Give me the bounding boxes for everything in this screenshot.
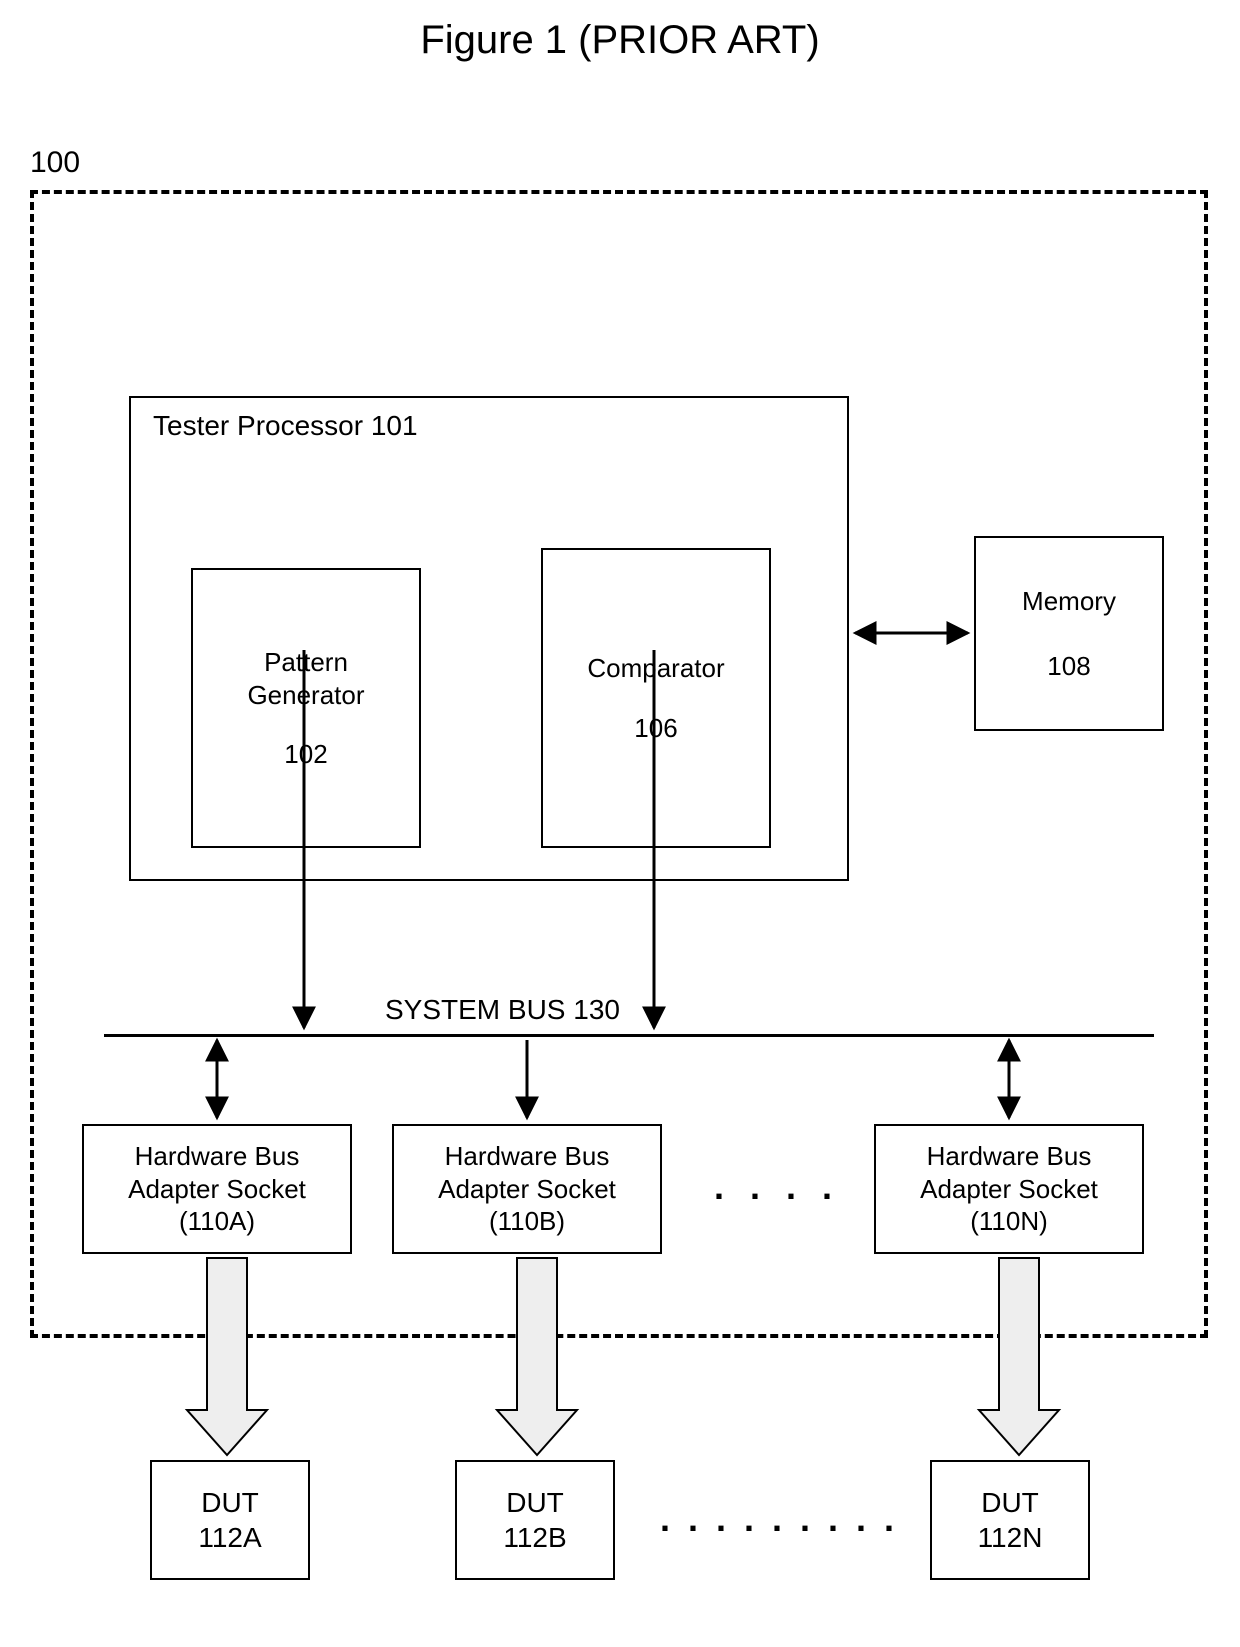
dut-112n: DUT 112N <box>930 1460 1090 1580</box>
system-bus-label: SYSTEM BUS 130 <box>379 994 626 1026</box>
figure-title: Figure 1 (PRIOR ART) <box>0 18 1240 63</box>
pattern-generator-name: Pattern Generator <box>247 646 364 711</box>
comparator-106: Comparator 106 <box>541 548 771 848</box>
pattern-generator-102: Pattern Generator 102 <box>191 568 421 848</box>
adapter-110b: Hardware Bus Adapter Socket (110B) <box>392 1124 662 1254</box>
dut-112b: DUT 112B <box>455 1460 615 1580</box>
tester-processor-label: Tester Processor 101 <box>153 410 418 442</box>
memory-num: 108 <box>1047 651 1090 682</box>
adapter-a-l1: Hardware Bus <box>135 1140 300 1173</box>
dut-b-l1: DUT <box>506 1485 564 1520</box>
adapter-110n: Hardware Bus Adapter Socket (110N) <box>874 1124 1144 1254</box>
dut-ellipsis: . . . . . . . . . <box>660 1498 898 1540</box>
dut-b-l2: 112B <box>503 1520 566 1555</box>
dut-n-l2: 112N <box>978 1520 1043 1555</box>
adapter-b-l2: Adapter Socket <box>438 1173 616 1206</box>
dut-n-l1: DUT <box>981 1485 1039 1520</box>
adapter-b-l3: (110B) <box>489 1205 565 1238</box>
ref-100-label: 100 <box>30 146 80 180</box>
adapter-ellipsis: . . . . <box>714 1166 840 1208</box>
diagram-canvas: Figure 1 (PRIOR ART) 100 Tester Processo… <box>0 0 1240 1647</box>
adapter-n-l2: Adapter Socket <box>920 1173 1098 1206</box>
memory-108: Memory 108 <box>974 536 1164 731</box>
tester-processor-101: Tester Processor 101 Pattern Generator 1… <box>129 396 849 881</box>
adapter-a-l3: (110A) <box>179 1205 255 1238</box>
comparator-num: 106 <box>634 713 677 744</box>
adapter-110a: Hardware Bus Adapter Socket (110A) <box>82 1124 352 1254</box>
system-bus-line <box>104 1034 1154 1037</box>
adapter-b-l1: Hardware Bus <box>445 1140 610 1173</box>
adapter-n-l3: (110N) <box>970 1205 1048 1238</box>
adapter-a-l2: Adapter Socket <box>128 1173 306 1206</box>
dut-a-l2: 112A <box>198 1520 261 1555</box>
memory-name: Memory <box>1022 586 1116 617</box>
adapter-n-l1: Hardware Bus <box>927 1140 1092 1173</box>
comparator-name: Comparator <box>587 652 724 685</box>
dut-a-l1: DUT <box>201 1485 259 1520</box>
system-boundary-100: Tester Processor 101 Pattern Generator 1… <box>30 190 1208 1338</box>
dut-112a: DUT 112A <box>150 1460 310 1580</box>
pattern-generator-num: 102 <box>284 739 327 770</box>
